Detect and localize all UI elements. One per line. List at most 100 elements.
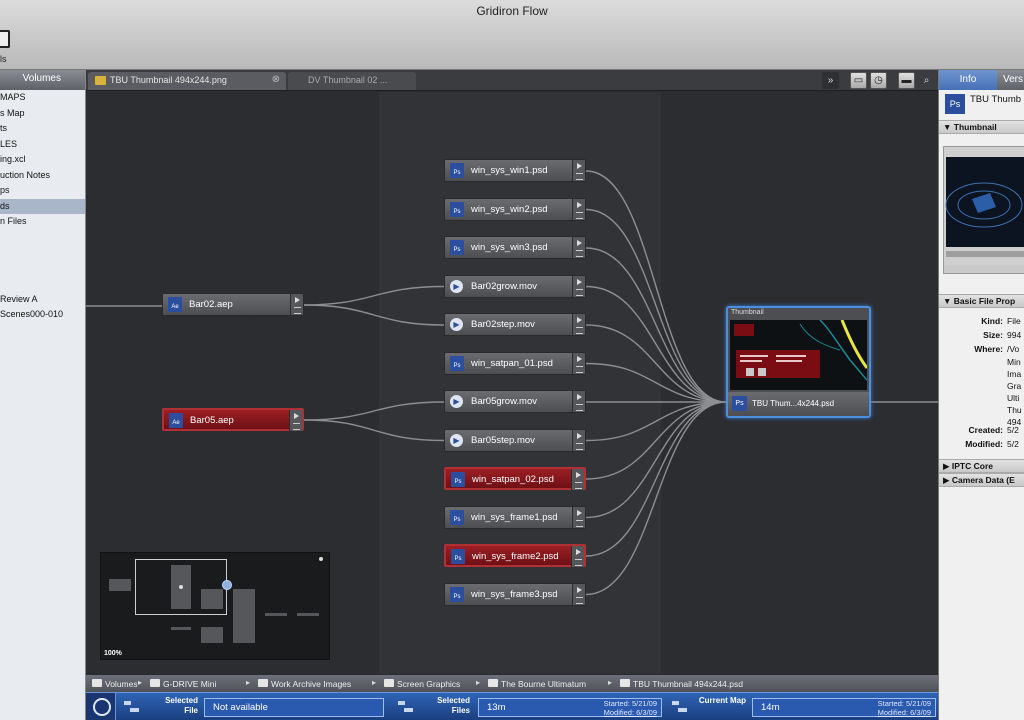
property-key: Size: [983,330,1003,340]
node-menu-icon[interactable] [572,237,585,258]
connection-line [585,401,727,596]
quicktime-file-icon: ▶ [450,318,463,331]
section-camera-data[interactable]: ▶ Camera Data (E [939,473,1024,487]
node-menu-icon[interactable] [572,391,585,412]
node-menu-icon[interactable] [572,160,585,181]
tab-overflow-icon[interactable]: » [822,72,839,89]
flow-node-label: win_satpan_02.psd [472,474,554,485]
sidebar-item[interactable]: Scenes000-010 [0,307,85,323]
tab-tbu-thumbnail[interactable]: TBU Thumbnail 494x244.png ⊗ [88,72,286,90]
folder-view-icon[interactable]: ▭ [850,72,867,89]
node-menu-icon[interactable] [289,410,302,431]
selected-file-value: Not available [213,702,268,713]
flow-node[interactable]: ▶ Bar05step.mov [444,428,586,452]
section-iptc-core[interactable]: ▶ IPTC Core [939,459,1024,473]
node-menu-icon[interactable] [572,275,585,297]
node-menu-icon[interactable] [572,352,585,374]
history-clock-icon[interactable] [86,693,116,720]
flow-node[interactable]: Ps win_sys_win3.psd [444,236,586,259]
toolbar-label: ls [0,54,7,64]
node-menu-icon[interactable] [571,469,584,490]
flow-node-label: Bar02.aep [189,299,233,310]
thumbnail-preview-image [730,320,867,390]
current-map-value: 14m [761,702,780,713]
flow-canvas[interactable]: Ae Bar02.aep Ae Bar05.aep Ps win_sys_win1.psd… [86,92,938,674]
breadcrumb-item[interactable]: Volumes [90,679,138,689]
toolbar-panel-icon[interactable] [0,30,10,48]
flow-node[interactable]: ▶ Bar02step.mov [444,313,586,336]
connection-line [585,170,727,403]
flow-node[interactable]: Ps win_sys_win1.psd [444,159,586,182]
sidebar-item[interactable]: s Map [0,106,85,122]
connection-line [585,247,727,403]
breadcrumb-item[interactable]: Work Archive Images [256,679,351,689]
photoshop-file-icon: Ps [450,163,464,178]
breadcrumb-item[interactable]: G-DRIVE Mini [148,679,216,689]
flow-node[interactable]: ▶ Bar02grow.mov [444,274,586,298]
after-effects-file-icon: Ae [169,413,183,428]
sidebar-item-selected[interactable]: ds [0,198,85,214]
flow-node[interactable]: Ps win_sys_frame3.psd [444,582,586,606]
sidebar-item[interactable]: MAPS [0,90,85,106]
app-window: Gridiron Flow ls Volumes MAPS s Map ts L… [0,0,1024,720]
search-icon[interactable]: ⌕ [918,72,935,89]
flow-node[interactable]: Ps win_sys_win2.psd [444,197,586,221]
sidebar-item[interactable]: ps [0,183,85,199]
sidebar-item[interactable]: n Files [0,214,85,230]
clock-icon[interactable]: ◷ [870,72,887,89]
property-value: 5/2 [1007,425,1019,435]
close-icon[interactable]: ⊗ [272,74,280,85]
sidebar-item[interactable]: Review A [0,292,85,308]
flow-node[interactable]: Ps win_satpan_01.psd [444,351,586,375]
sidebar-item[interactable]: ing.xcl [0,152,85,168]
node-menu-icon[interactable] [290,294,303,315]
node-menu-icon[interactable] [572,429,585,451]
tab-label: DV Thumbnail 02 ... [308,75,388,85]
breadcrumb-separator-icon: ▸ [138,678,143,687]
flow-node[interactable]: Ae Bar02.aep [162,293,304,316]
node-menu-icon[interactable] [572,198,585,220]
thumbnail-node[interactable]: Thumbnail Ps TBU Thum...4x244.psd [726,306,871,418]
sidebar-tab-volumes[interactable]: Volumes [0,70,85,90]
photoshop-file-icon: Ps [945,94,965,114]
minimap-handle[interactable] [222,580,232,590]
flow-node[interactable]: Ps win_sys_frame1.psd [444,505,586,529]
node-menu-icon[interactable] [572,314,585,335]
preview-icon[interactable]: ▬ [898,72,915,89]
tab-versions[interactable]: Vers [1003,70,1023,90]
photoshop-file-icon: Ps [732,396,747,411]
inspector-panel: Info Vers Ps TBU Thumb ▼ Thumbnail ▼ Bas… [938,70,1024,720]
flow-node[interactable]: Ae Bar05.aep [162,408,304,431]
node-menu-icon[interactable] [572,506,585,528]
folder-icon [95,76,106,85]
flow-node-label: Bar02step.mov [471,319,535,330]
breadcrumb-item[interactable]: Screen Graphics [382,679,460,689]
sidebar-item[interactable]: uction Notes [0,168,85,184]
breadcrumb-item[interactable]: The Bourne Ultimatum [486,679,586,689]
connection-line [303,401,445,421]
flow-node[interactable]: ▶ Bar05grow.mov [444,390,586,413]
navigator-minimap[interactable]: 100% [100,552,330,660]
property-value: /Vo [1007,344,1020,354]
flow-node[interactable]: Ps win_sys_frame2.psd [444,544,586,567]
tab-dv-thumbnail[interactable]: DV Thumbnail 02 ... [288,72,416,90]
breadcrumb-separator-icon: ▸ [476,678,481,687]
breadcrumb-separator-icon: ▸ [608,678,613,687]
thumbnail-node-title: Thumbnail [731,309,764,316]
property-key: Kind: [981,316,1003,326]
photoshop-file-icon: Ps [450,586,464,602]
quicktime-file-icon: ▶ [450,395,463,408]
flow-node-label: win_sys_win3.psd [471,242,548,253]
flow-node[interactable]: Ps win_satpan_02.psd [444,467,586,490]
node-menu-icon[interactable] [572,583,585,605]
sidebar-item[interactable]: LES [0,137,85,153]
tab-info[interactable]: Info [939,70,997,90]
section-thumbnail[interactable]: ▼ Thumbnail [939,120,1024,134]
breadcrumb-item-current[interactable]: TBU Thumbnail 494x244.psd [618,679,743,689]
section-basic-file-properties[interactable]: ▼ Basic File Prop [939,294,1024,308]
property-key: Where: [974,344,1003,354]
node-menu-icon[interactable] [571,546,584,567]
sidebar-item[interactable]: ts [0,121,85,137]
minimap-block [171,627,191,630]
